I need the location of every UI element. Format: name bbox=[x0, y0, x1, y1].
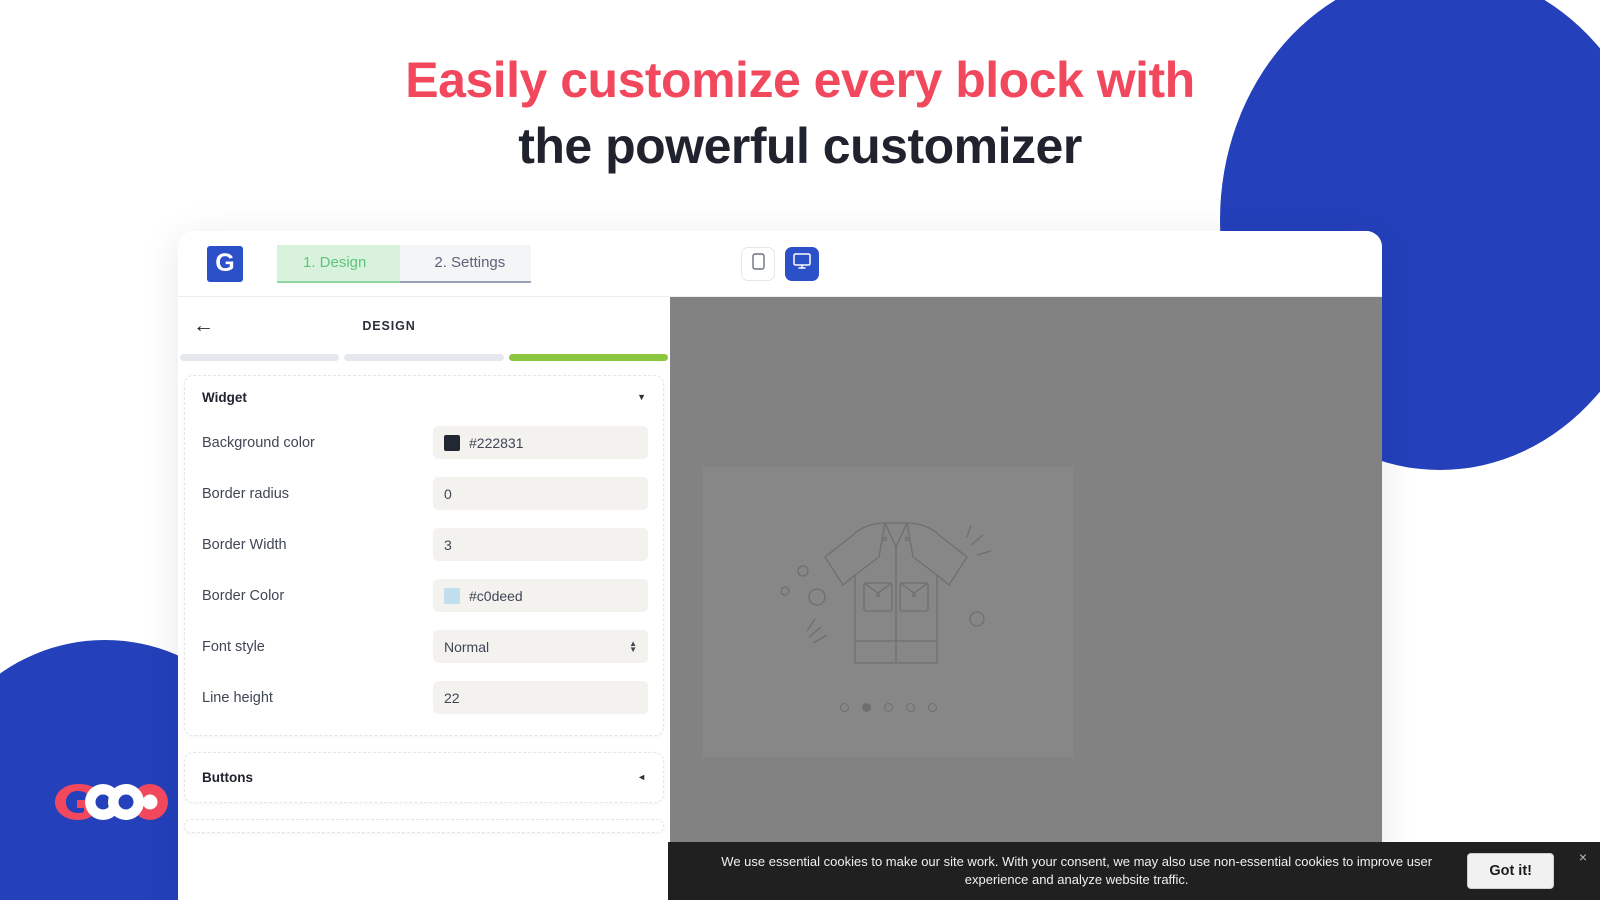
field-font-style-select[interactable]: Normal ▲ ▼ bbox=[433, 630, 648, 663]
shirt-illustration-icon bbox=[779, 513, 996, 683]
headline-line-2: the powerful customizer bbox=[518, 118, 1082, 174]
field-font-style: Font style Normal ▲ ▼ bbox=[185, 621, 663, 672]
tab-design[interactable]: 1. Design bbox=[277, 244, 419, 283]
cookie-accept-button[interactable]: Got it! bbox=[1467, 853, 1554, 889]
preview-pane bbox=[670, 297, 1382, 900]
customizer-panel: ← DESIGN Widget ▼ Background color #2228… bbox=[178, 297, 670, 900]
cookie-consent-banner: We use essential cookies to make our sit… bbox=[668, 842, 1600, 900]
section-buttons-header[interactable]: Buttons ◄ bbox=[185, 753, 663, 802]
screenshot-root: Easily customize every block with the po… bbox=[0, 0, 1600, 900]
stepper-arrows-icon[interactable]: ▲ ▼ bbox=[629, 639, 637, 653]
cookie-banner-text: We use essential cookies to make our sit… bbox=[721, 853, 1433, 887]
step-tabs: 1. Design 2. Settings bbox=[277, 244, 532, 283]
section-placeholder bbox=[184, 819, 664, 833]
field-background-color-input[interactable]: #222831 bbox=[433, 426, 648, 459]
color-swatch-border[interactable] bbox=[444, 587, 460, 604]
field-border-color-label: Border Color bbox=[202, 587, 285, 604]
field-background-color-value: #222831 bbox=[469, 434, 524, 451]
field-background-color: Background color #222831 bbox=[185, 417, 663, 468]
field-line-height: Line height 22 bbox=[185, 672, 663, 723]
panel-title: DESIGN bbox=[362, 318, 416, 333]
carousel-dot-4[interactable] bbox=[905, 702, 915, 712]
field-line-height-value: 22 bbox=[444, 689, 460, 706]
carousel-dot-2[interactable] bbox=[861, 702, 871, 712]
back-arrow-icon[interactable]: ← bbox=[193, 315, 214, 336]
app-window: G 1. Design 2. Settings ← DESIGN Widget … bbox=[178, 231, 1382, 900]
desktop-icon bbox=[793, 253, 811, 274]
carousel-dot-1[interactable] bbox=[839, 702, 849, 712]
field-background-color-label: Background color bbox=[202, 434, 315, 451]
field-border-color-value: #c0deed bbox=[469, 587, 523, 604]
app-topbar: G 1. Design 2. Settings bbox=[178, 231, 1382, 297]
progress-segments bbox=[178, 354, 670, 361]
field-border-radius-input[interactable]: 0 bbox=[433, 477, 648, 510]
app-body: ← DESIGN Widget ▼ Background color #2228… bbox=[178, 297, 1382, 900]
tab-settings-label: 2. Settings bbox=[434, 254, 506, 271]
page-headline: Easily customize every block with the po… bbox=[0, 52, 1600, 174]
progress-segment-1 bbox=[180, 354, 340, 361]
section-widget-title: Widget bbox=[202, 390, 247, 405]
tab-design-label: 1. Design bbox=[303, 254, 367, 271]
brand-logo-icon[interactable]: G bbox=[207, 245, 243, 282]
device-preview-toggle bbox=[741, 246, 819, 281]
field-font-style-value: Normal bbox=[444, 638, 490, 655]
section-buttons: Buttons ◄ bbox=[184, 752, 664, 803]
field-border-color-input[interactable]: #c0deed bbox=[433, 579, 648, 612]
desktop-view-button[interactable] bbox=[785, 246, 819, 281]
field-font-style-label: Font style bbox=[202, 638, 265, 655]
field-border-width-label: Border Width bbox=[202, 536, 287, 553]
mobile-icon bbox=[751, 252, 765, 275]
field-border-color: Border Color #c0deed bbox=[185, 570, 663, 621]
panel-scroll-area[interactable]: Widget ▼ Background color #222831 Border bbox=[178, 361, 670, 900]
mobile-view-button[interactable] bbox=[741, 246, 775, 281]
carousel-dot-5[interactable] bbox=[927, 702, 937, 712]
progress-segment-3 bbox=[508, 354, 668, 361]
close-icon[interactable]: × bbox=[1579, 850, 1587, 864]
chevron-left-icon[interactable]: ◄ bbox=[637, 773, 646, 782]
field-border-radius-value: 0 bbox=[444, 485, 452, 502]
field-border-width-value: 3 bbox=[444, 536, 452, 553]
field-border-width-input[interactable]: 3 bbox=[433, 528, 648, 561]
carousel-dots bbox=[839, 702, 937, 712]
field-line-height-input[interactable]: 22 bbox=[433, 681, 648, 714]
field-border-radius: Border radius 0 bbox=[185, 468, 663, 519]
progress-segment-2 bbox=[344, 354, 504, 361]
section-widget-header[interactable]: Widget ▼ bbox=[185, 376, 663, 417]
carousel-dot-3[interactable] bbox=[883, 702, 893, 712]
chevron-down-icon[interactable]: ▼ bbox=[637, 393, 646, 402]
good-brand-logo bbox=[52, 781, 170, 828]
field-border-width: Border Width 3 bbox=[185, 519, 663, 570]
preview-product-card bbox=[703, 467, 1073, 757]
tab-settings[interactable]: 2. Settings bbox=[400, 244, 532, 283]
field-border-radius-label: Border radius bbox=[202, 485, 290, 502]
headline-line-1: Easily customize every block with bbox=[405, 52, 1195, 108]
color-swatch-background[interactable] bbox=[444, 434, 460, 451]
section-widget: Widget ▼ Background color #222831 Border bbox=[184, 375, 664, 736]
section-buttons-title: Buttons bbox=[202, 770, 253, 785]
field-line-height-label: Line height bbox=[202, 689, 273, 706]
panel-header: ← DESIGN bbox=[178, 297, 670, 354]
